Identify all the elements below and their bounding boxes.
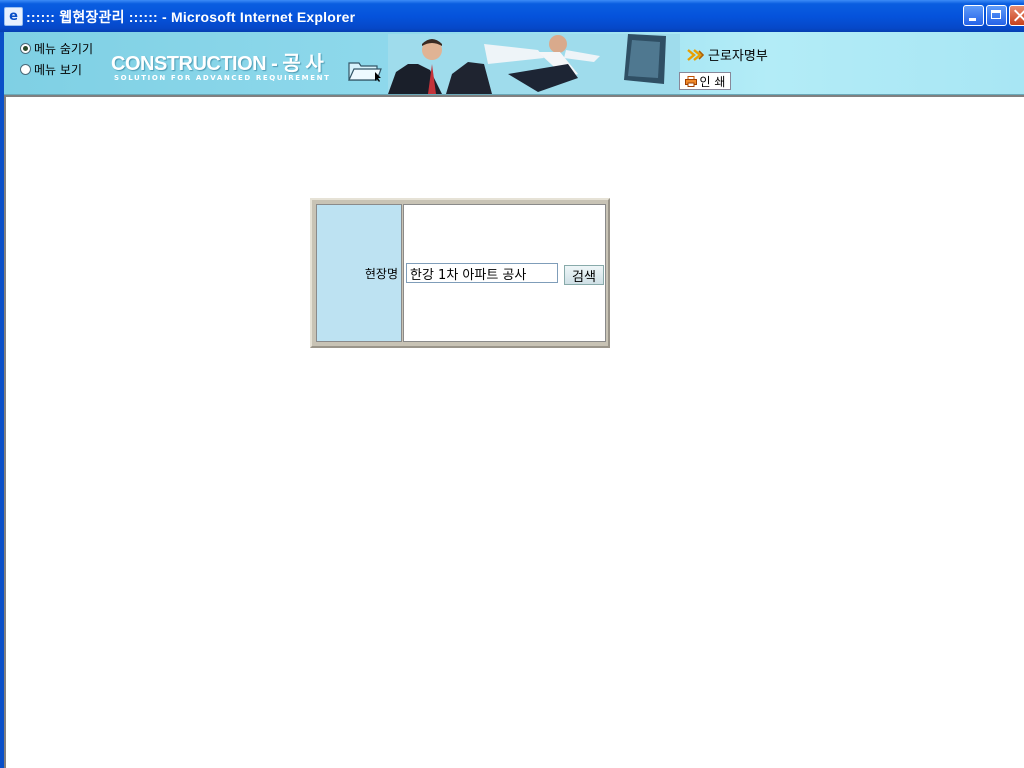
maximize-button[interactable] bbox=[986, 5, 1007, 26]
menu-hide-option[interactable]: 메뉴 숨기기 bbox=[20, 40, 93, 57]
site-name-input[interactable] bbox=[406, 263, 558, 283]
site-name-value-cell: 검색 bbox=[403, 204, 606, 342]
businessmen-photo bbox=[388, 34, 680, 94]
site-name-label: 현장명 bbox=[364, 267, 398, 281]
menu-hide-label: 메뉴 숨기기 bbox=[34, 42, 94, 56]
site-search-table: 현장명 검색 bbox=[310, 198, 610, 348]
brand-subtitle: SOLUTION FOR ADVANCED REQUIREMENT bbox=[114, 74, 331, 82]
close-button[interactable] bbox=[1009, 5, 1024, 26]
minimize-button[interactable] bbox=[963, 5, 984, 26]
brand-title: CONSTRUCTION - 공 사 bbox=[111, 53, 324, 75]
printer-icon bbox=[684, 75, 697, 87]
menu-hide-radio[interactable] bbox=[20, 43, 31, 54]
print-button[interactable]: 인 쇄 bbox=[679, 72, 731, 90]
window-titlebar[interactable]: e :::::: 웹현장관리 :::::: - Microsoft Intern… bbox=[0, 0, 1024, 32]
search-button[interactable]: 검색 bbox=[564, 265, 604, 285]
menu-show-label: 메뉴 보기 bbox=[34, 63, 82, 77]
menu-show-option[interactable]: 메뉴 보기 bbox=[20, 61, 82, 78]
worker-register-label: 근로자명부 bbox=[708, 49, 768, 64]
menu-show-radio[interactable] bbox=[20, 64, 31, 75]
content-area bbox=[4, 95, 1024, 768]
site-name-label-cell: 현장명 bbox=[316, 204, 402, 342]
header-banner: 메뉴 숨기기 메뉴 보기 CONSTRUCTION - 공 사 SOLUTION… bbox=[4, 32, 1024, 95]
window-title: :::::: 웹현장관리 :::::: - Microsoft Internet… bbox=[26, 9, 356, 25]
worker-register-link[interactable]: 근로자명부 bbox=[687, 45, 768, 64]
ie-icon: e bbox=[4, 7, 23, 26]
double-chevron-icon bbox=[687, 48, 705, 61]
print-label: 인 쇄 bbox=[699, 74, 726, 89]
folder-icon bbox=[348, 62, 382, 82]
